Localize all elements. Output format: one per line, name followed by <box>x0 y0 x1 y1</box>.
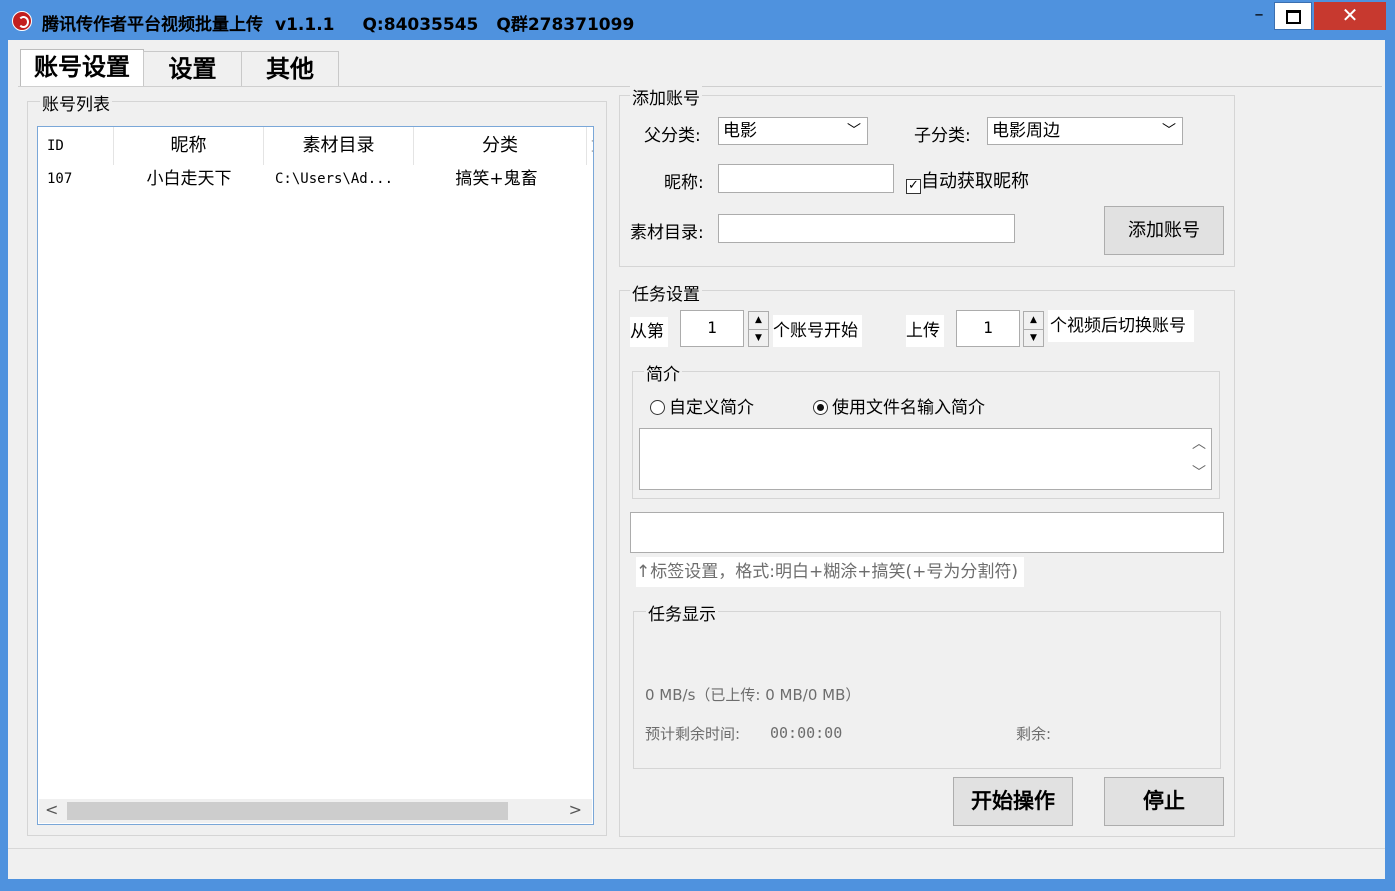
from-account-stepper[interactable]: ▲ ▼ <box>748 311 769 347</box>
window-title: 腾讯传作者平台视频批量上传 v1.1.1 Q:84035545 Q群278371099 <box>42 10 662 35</box>
task-display-label: 任务显示 <box>646 600 718 625</box>
start-button[interactable]: 开始操作 <box>953 777 1073 826</box>
auto-nickname-label: 自动获取昵称 <box>921 171 1029 192</box>
eta-label: 预计剩余时间: <box>645 725 741 743</box>
column-header-category[interactable]: 分类 <box>414 127 587 165</box>
stop-button[interactable]: 停止 <box>1104 777 1224 826</box>
parent-category-value: 电影 <box>723 121 757 141</box>
spin-down-icon[interactable]: ▼ <box>749 329 768 347</box>
custom-intro-radio[interactable]: 自定义简介 <box>650 393 754 418</box>
intro-textarea[interactable]: ︿ ﹀ <box>639 428 1212 490</box>
column-header-material-dir[interactable]: 素材目录 <box>264 127 414 165</box>
material-dir-input[interactable] <box>718 214 1015 243</box>
upload-speed-text: 0 MB/s（已上传: 0 MB/0 MB） <box>645 686 861 704</box>
tab-settings[interactable]: 设置 <box>143 51 242 86</box>
column-header-nickname[interactable]: 昵称 <box>114 127 264 165</box>
account-list-label: 账号列表 <box>40 90 112 115</box>
material-dir-label: 素材目录: <box>630 223 704 243</box>
upload-count-input[interactable]: 1 <box>956 310 1020 347</box>
radio-unselected-icon[interactable] <box>650 400 665 415</box>
app-logo-icon <box>12 11 32 31</box>
account-list-view[interactable]: ID 昵称 素材目录 分类 ] 107 小白走天下 C:\Users\Ad...… <box>37 126 594 825</box>
minimize-button[interactable]: – <box>1242 2 1276 30</box>
chevron-down-icon: ﹀ <box>1162 123 1176 139</box>
tab-account-settings[interactable]: 账号设置 <box>20 49 144 86</box>
sub-category-label: 子分类: <box>914 126 971 146</box>
parent-category-select[interactable]: 电影 ﹀ <box>718 117 868 145</box>
maximize-button[interactable] <box>1274 2 1312 30</box>
from-account-input[interactable]: 1 <box>680 310 744 347</box>
intro-label: 简介 <box>644 360 682 385</box>
title-version: v1.1.1 <box>275 15 335 35</box>
filename-intro-label: 使用文件名输入简介 <box>832 398 985 418</box>
add-account-label: 添加账号 <box>630 84 702 109</box>
nickname-label: 昵称: <box>664 173 704 193</box>
remaining-label: 剩余: <box>1016 725 1052 743</box>
horizontal-scrollbar[interactable]: < > <box>39 799 592 823</box>
account-start-label: 个账号开始 <box>773 315 862 347</box>
table-cell-id[interactable]: 107 <box>47 167 72 191</box>
filename-intro-radio[interactable]: 使用文件名输入简介 <box>813 393 985 418</box>
scroll-right-icon[interactable]: > <box>569 800 582 819</box>
scroll-up-icon[interactable]: ︿ <box>1188 430 1210 459</box>
column-header-id[interactable]: ID <box>38 127 114 165</box>
title-qq: Q:84035545 <box>362 15 479 35</box>
title-app-name: 腾讯传作者平台视频批量上传 <box>42 15 263 35</box>
upload-label: 上传 <box>906 315 944 347</box>
sub-category-value: 电影周边 <box>992 121 1060 141</box>
scrollbar-thumb[interactable] <box>67 802 508 820</box>
from-label: 从第 <box>630 317 668 347</box>
chevron-down-icon: ﹀ <box>847 123 861 139</box>
close-button[interactable]: ✕ <box>1314 2 1386 30</box>
tags-input[interactable] <box>630 512 1224 553</box>
switch-account-label: 个视频后切换账号 <box>1048 310 1194 342</box>
maximize-icon <box>1285 10 1301 24</box>
checkbox-checked-icon[interactable]: ✓ <box>906 179 921 194</box>
spin-down-icon[interactable]: ▼ <box>1024 329 1043 347</box>
nickname-input[interactable] <box>718 164 894 193</box>
radio-selected-icon[interactable] <box>813 400 828 415</box>
tags-hint: ↑标签设置，格式:明白+糊涂+搞笑(+号为分割符) <box>636 557 1024 587</box>
add-account-button[interactable]: 添加账号 <box>1104 206 1224 255</box>
scroll-left-icon[interactable]: < <box>45 800 58 819</box>
parent-category-label: 父分类: <box>644 126 701 146</box>
tab-other[interactable]: 其他 <box>241 51 339 86</box>
table-cell-category[interactable]: 搞笑+鬼畜 <box>414 167 579 191</box>
scroll-down-icon[interactable]: ﹀ <box>1188 459 1210 488</box>
intro-scrollbar[interactable]: ︿ ﹀ <box>1188 430 1210 488</box>
status-bar <box>8 848 1385 879</box>
column-header-partial[interactable]: ] <box>587 127 593 165</box>
eta-value: 00:00:00 <box>770 724 843 742</box>
spin-up-icon[interactable]: ▲ <box>1024 312 1043 329</box>
upload-count-stepper[interactable]: ▲ ▼ <box>1023 311 1044 347</box>
auto-nickname-checkbox[interactable]: ✓ 自动获取昵称 <box>906 167 1029 194</box>
sub-category-select[interactable]: 电影周边 ﹀ <box>987 117 1183 145</box>
custom-intro-label: 自定义简介 <box>669 398 754 418</box>
table-cell-material-dir[interactable]: C:\Users\Ad... <box>275 167 393 191</box>
title-qq-group: Q群278371099 <box>496 15 635 35</box>
spin-up-icon[interactable]: ▲ <box>749 312 768 329</box>
table-cell-nickname[interactable]: 小白走天下 <box>114 167 264 191</box>
task-settings-label: 任务设置 <box>630 280 702 305</box>
